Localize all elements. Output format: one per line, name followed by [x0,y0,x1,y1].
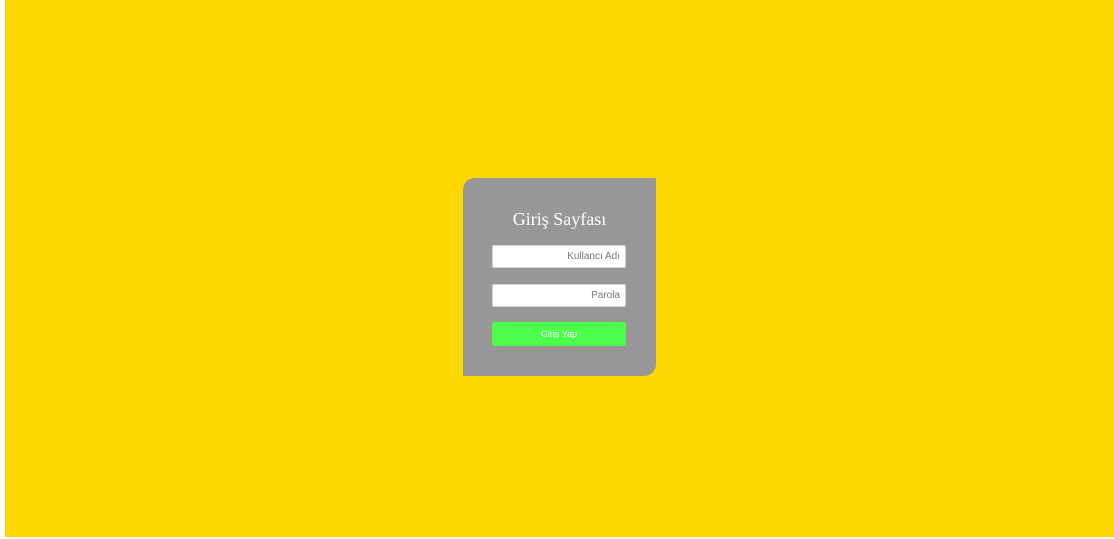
password-input[interactable] [492,284,626,307]
login-button[interactable]: Giriş Yap [492,322,626,346]
page-title: Giriş Sayfası [512,209,607,229]
login-card: Giriş Sayfası Giriş Yap [463,178,656,376]
username-input[interactable] [492,245,626,268]
